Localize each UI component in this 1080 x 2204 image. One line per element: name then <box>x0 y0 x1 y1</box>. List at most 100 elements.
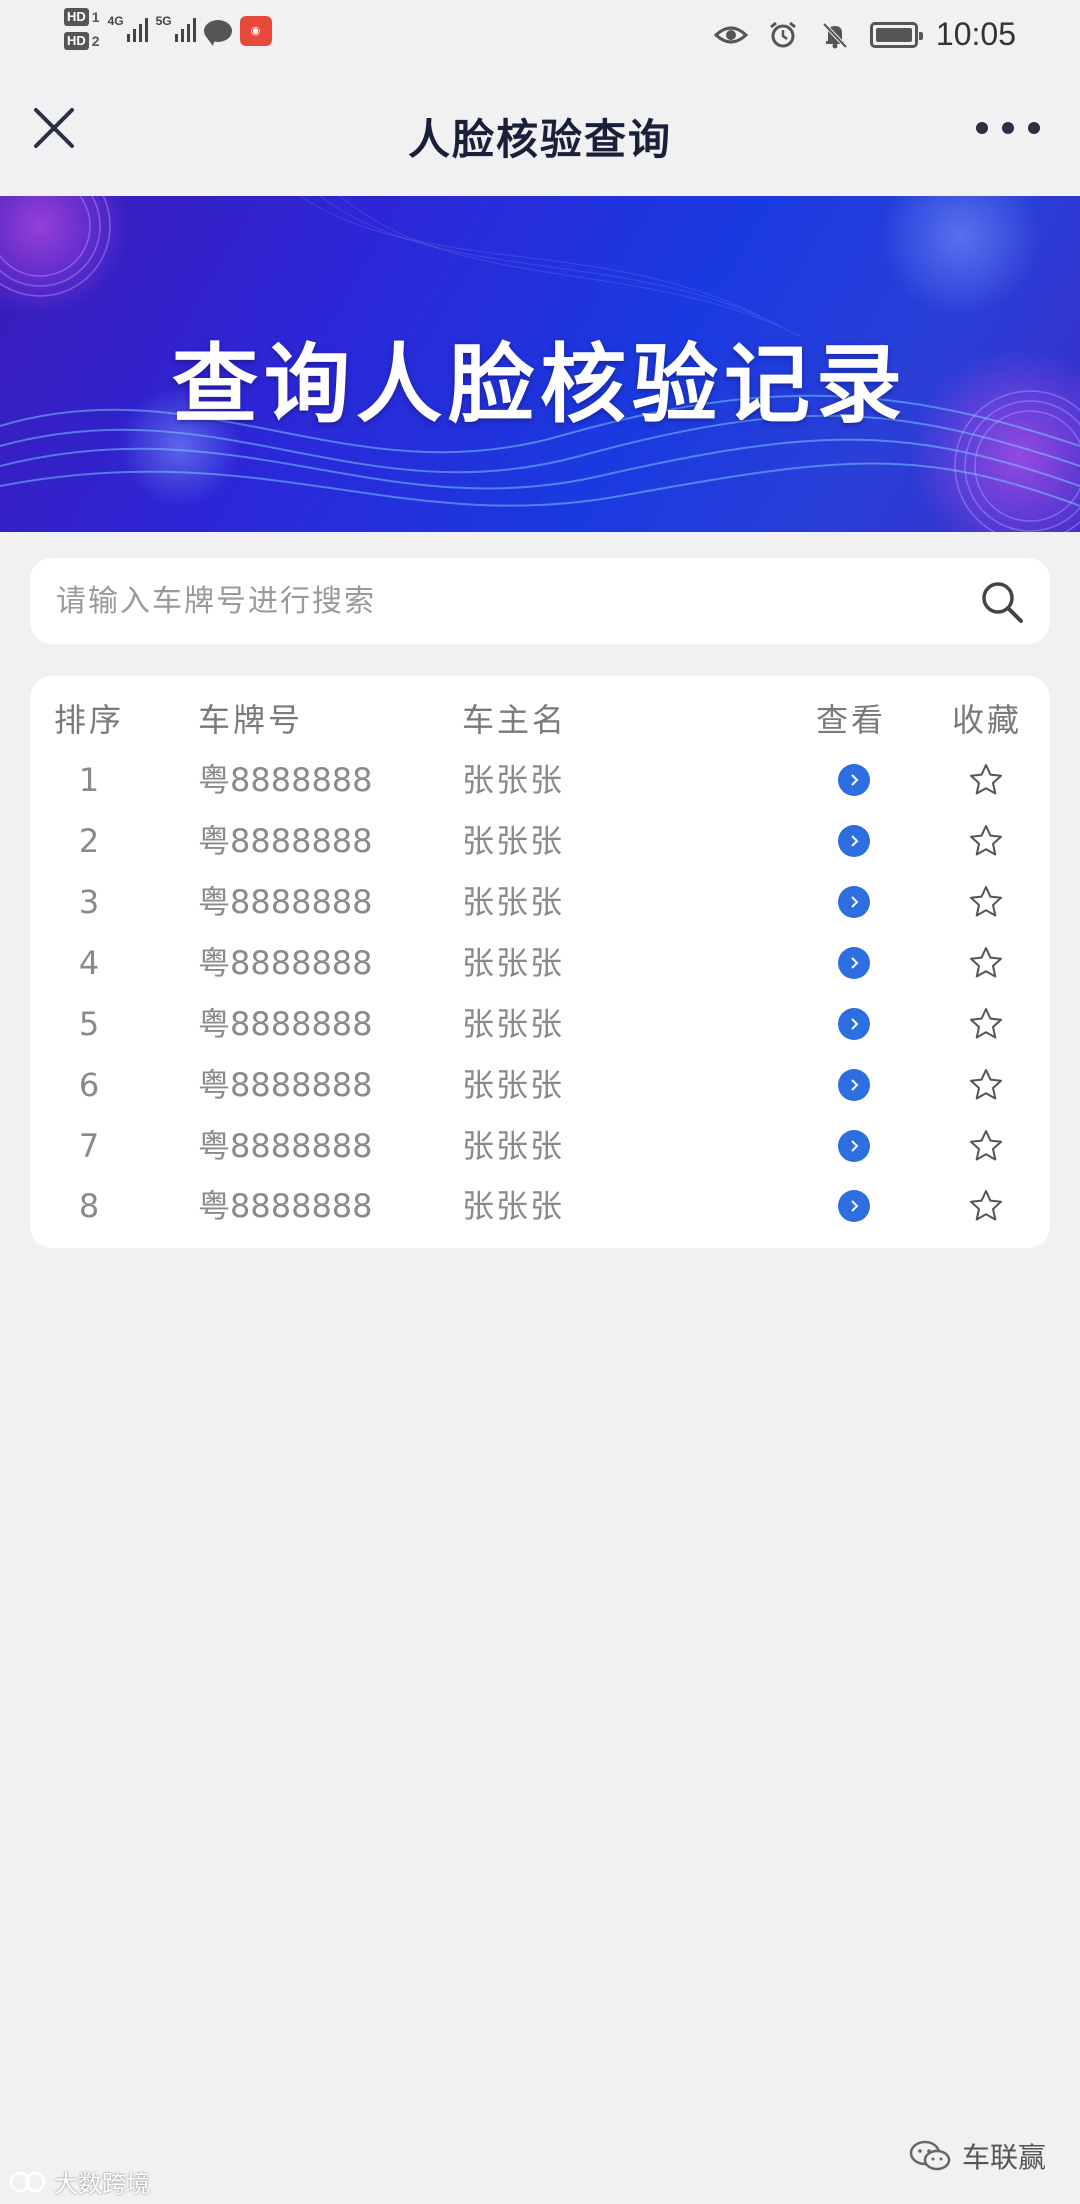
title-bar: 人脸核验查询 <box>0 70 1080 196</box>
header-rank: 排序 <box>54 701 125 739</box>
view-button[interactable] <box>838 1069 870 1101</box>
table-row: 6 粤8888888 张张张 <box>30 1055 1050 1115</box>
search-input[interactable] <box>56 558 956 644</box>
app-notification-icon: ◉ <box>239 16 272 46</box>
view-button[interactable] <box>838 1130 870 1162</box>
brand-logo-icon <box>9 2171 46 2192</box>
row-rank: 2 <box>78 822 100 860</box>
view-button[interactable] <box>838 886 870 918</box>
row-plate: 粤8888888 <box>198 944 373 982</box>
header-view: 查看 <box>815 701 886 739</box>
hd2-label: HD <box>64 32 89 50</box>
header-owner: 车主名 <box>462 701 568 739</box>
row-plate: 粤8888888 <box>198 761 373 799</box>
row-owner: 张张张 <box>462 1005 565 1043</box>
row-owner: 张张张 <box>462 1127 565 1165</box>
view-button[interactable] <box>838 764 870 796</box>
row-rank: 5 <box>78 1005 100 1043</box>
more-icon[interactable] <box>976 114 1040 142</box>
row-owner: 张张张 <box>462 1187 565 1225</box>
banner: 查询人脸核验记录 <box>0 196 1080 532</box>
signal-4g-icon: 4G <box>108 14 148 42</box>
table-row: 5 粤8888888 张张张 <box>30 994 1050 1054</box>
table-row: 2 粤8888888 张张张 <box>30 811 1050 871</box>
hd2-num: 2 <box>91 33 100 49</box>
hd1-label: HD <box>64 8 89 26</box>
row-rank: 6 <box>78 1066 100 1104</box>
banner-heading: 查询人脸核验记录 <box>172 335 908 435</box>
search-bar <box>30 558 1050 644</box>
status-right: 10:05 <box>713 16 1016 53</box>
star-icon[interactable] <box>968 945 1004 981</box>
wechat-icon <box>909 2140 951 2171</box>
table-row: 7 粤8888888 张张张 <box>30 1116 1050 1176</box>
net1-label: 4G <box>107 14 124 28</box>
header-favorite: 收藏 <box>951 701 1022 739</box>
table-row: 3 粤8888888 张张张 <box>30 872 1050 932</box>
table-row: 4 粤8888888 张张张 <box>30 933 1050 993</box>
chevron-right-icon <box>851 896 859 908</box>
more-dot <box>1028 122 1040 134</box>
hd-indicators: HD 1 HD 2 <box>64 8 100 50</box>
search-icon[interactable] <box>978 578 1026 626</box>
more-dot <box>976 122 988 134</box>
battery-icon <box>869 21 923 48</box>
chevron-right-icon <box>851 774 859 786</box>
row-plate: 粤8888888 <box>198 1066 373 1104</box>
row-owner: 张张张 <box>462 883 565 921</box>
view-button[interactable] <box>838 947 870 979</box>
chevron-right-icon <box>851 957 859 969</box>
page-title: 人脸核验查询 <box>407 115 672 164</box>
watermark-right: 车联赢 <box>908 2136 1046 2176</box>
status-left: HD 1 HD 2 4G 5G ◉ <box>64 8 272 50</box>
chevron-right-icon <box>851 1200 859 1212</box>
row-plate: 粤8888888 <box>198 883 373 921</box>
star-icon[interactable] <box>968 823 1004 859</box>
watermark-left: 大数跨境 <box>8 2164 150 2199</box>
row-owner: 张张张 <box>462 944 565 982</box>
clock: 10:05 <box>935 16 1016 52</box>
row-plate: 粤8888888 <box>198 1127 373 1165</box>
row-plate: 粤8888888 <box>198 822 373 860</box>
hd1-indicator: HD 1 <box>64 8 100 26</box>
star-icon[interactable] <box>968 1067 1004 1103</box>
star-icon[interactable] <box>968 762 1004 798</box>
view-button[interactable] <box>838 825 870 857</box>
more-dot <box>1002 122 1014 134</box>
row-rank: 1 <box>78 761 100 799</box>
watermark-left-text: 大数跨境 <box>54 2170 150 2198</box>
table-row: 8 粤8888888 张张张 <box>30 1176 1050 1236</box>
alarm-icon <box>769 21 796 47</box>
eye-icon <box>713 26 748 43</box>
row-owner: 张张张 <box>462 1066 565 1104</box>
row-rank: 7 <box>78 1127 100 1165</box>
chevron-right-icon <box>851 1018 859 1030</box>
hd1-num: 1 <box>91 9 100 25</box>
chevron-right-icon <box>851 835 859 847</box>
row-rank: 3 <box>78 883 100 921</box>
table-header: 排序 车牌号 车主名 查看 收藏 <box>30 690 1050 750</box>
hd2-indicator: HD 2 <box>64 32 100 50</box>
row-rank: 8 <box>78 1187 100 1225</box>
row-plate: 粤8888888 <box>198 1005 373 1043</box>
header-plate: 车牌号 <box>198 701 304 739</box>
net2-label: 5G <box>155 14 172 28</box>
page: HD 1 HD 2 4G 5G ◉ 10:05 人脸核验查询 查询人脸核验记录 … <box>0 0 1080 2204</box>
row-owner: 张张张 <box>462 822 565 860</box>
mute-bell-icon <box>822 22 848 48</box>
row-plate: 粤8888888 <box>198 1187 373 1225</box>
star-icon[interactable] <box>968 1006 1004 1042</box>
chevron-right-icon <box>851 1140 859 1152</box>
view-button[interactable] <box>838 1190 870 1222</box>
view-button[interactable] <box>838 1008 870 1040</box>
table-row: 1 粤8888888 张张张 <box>30 750 1050 810</box>
star-icon[interactable] <box>968 1188 1004 1224</box>
star-icon[interactable] <box>968 1128 1004 1164</box>
message-icon <box>203 20 232 46</box>
row-rank: 4 <box>78 944 100 982</box>
star-icon[interactable] <box>968 884 1004 920</box>
status-bar: HD 1 HD 2 4G 5G ◉ 10:05 <box>0 0 1080 70</box>
records-table: 排序 车牌号 车主名 查看 收藏 1 粤8888888 张张张 2 粤88888… <box>30 676 1050 1248</box>
signal-5g-icon: 5G <box>156 14 196 42</box>
watermark-right-text: 车联赢 <box>961 2141 1046 2174</box>
